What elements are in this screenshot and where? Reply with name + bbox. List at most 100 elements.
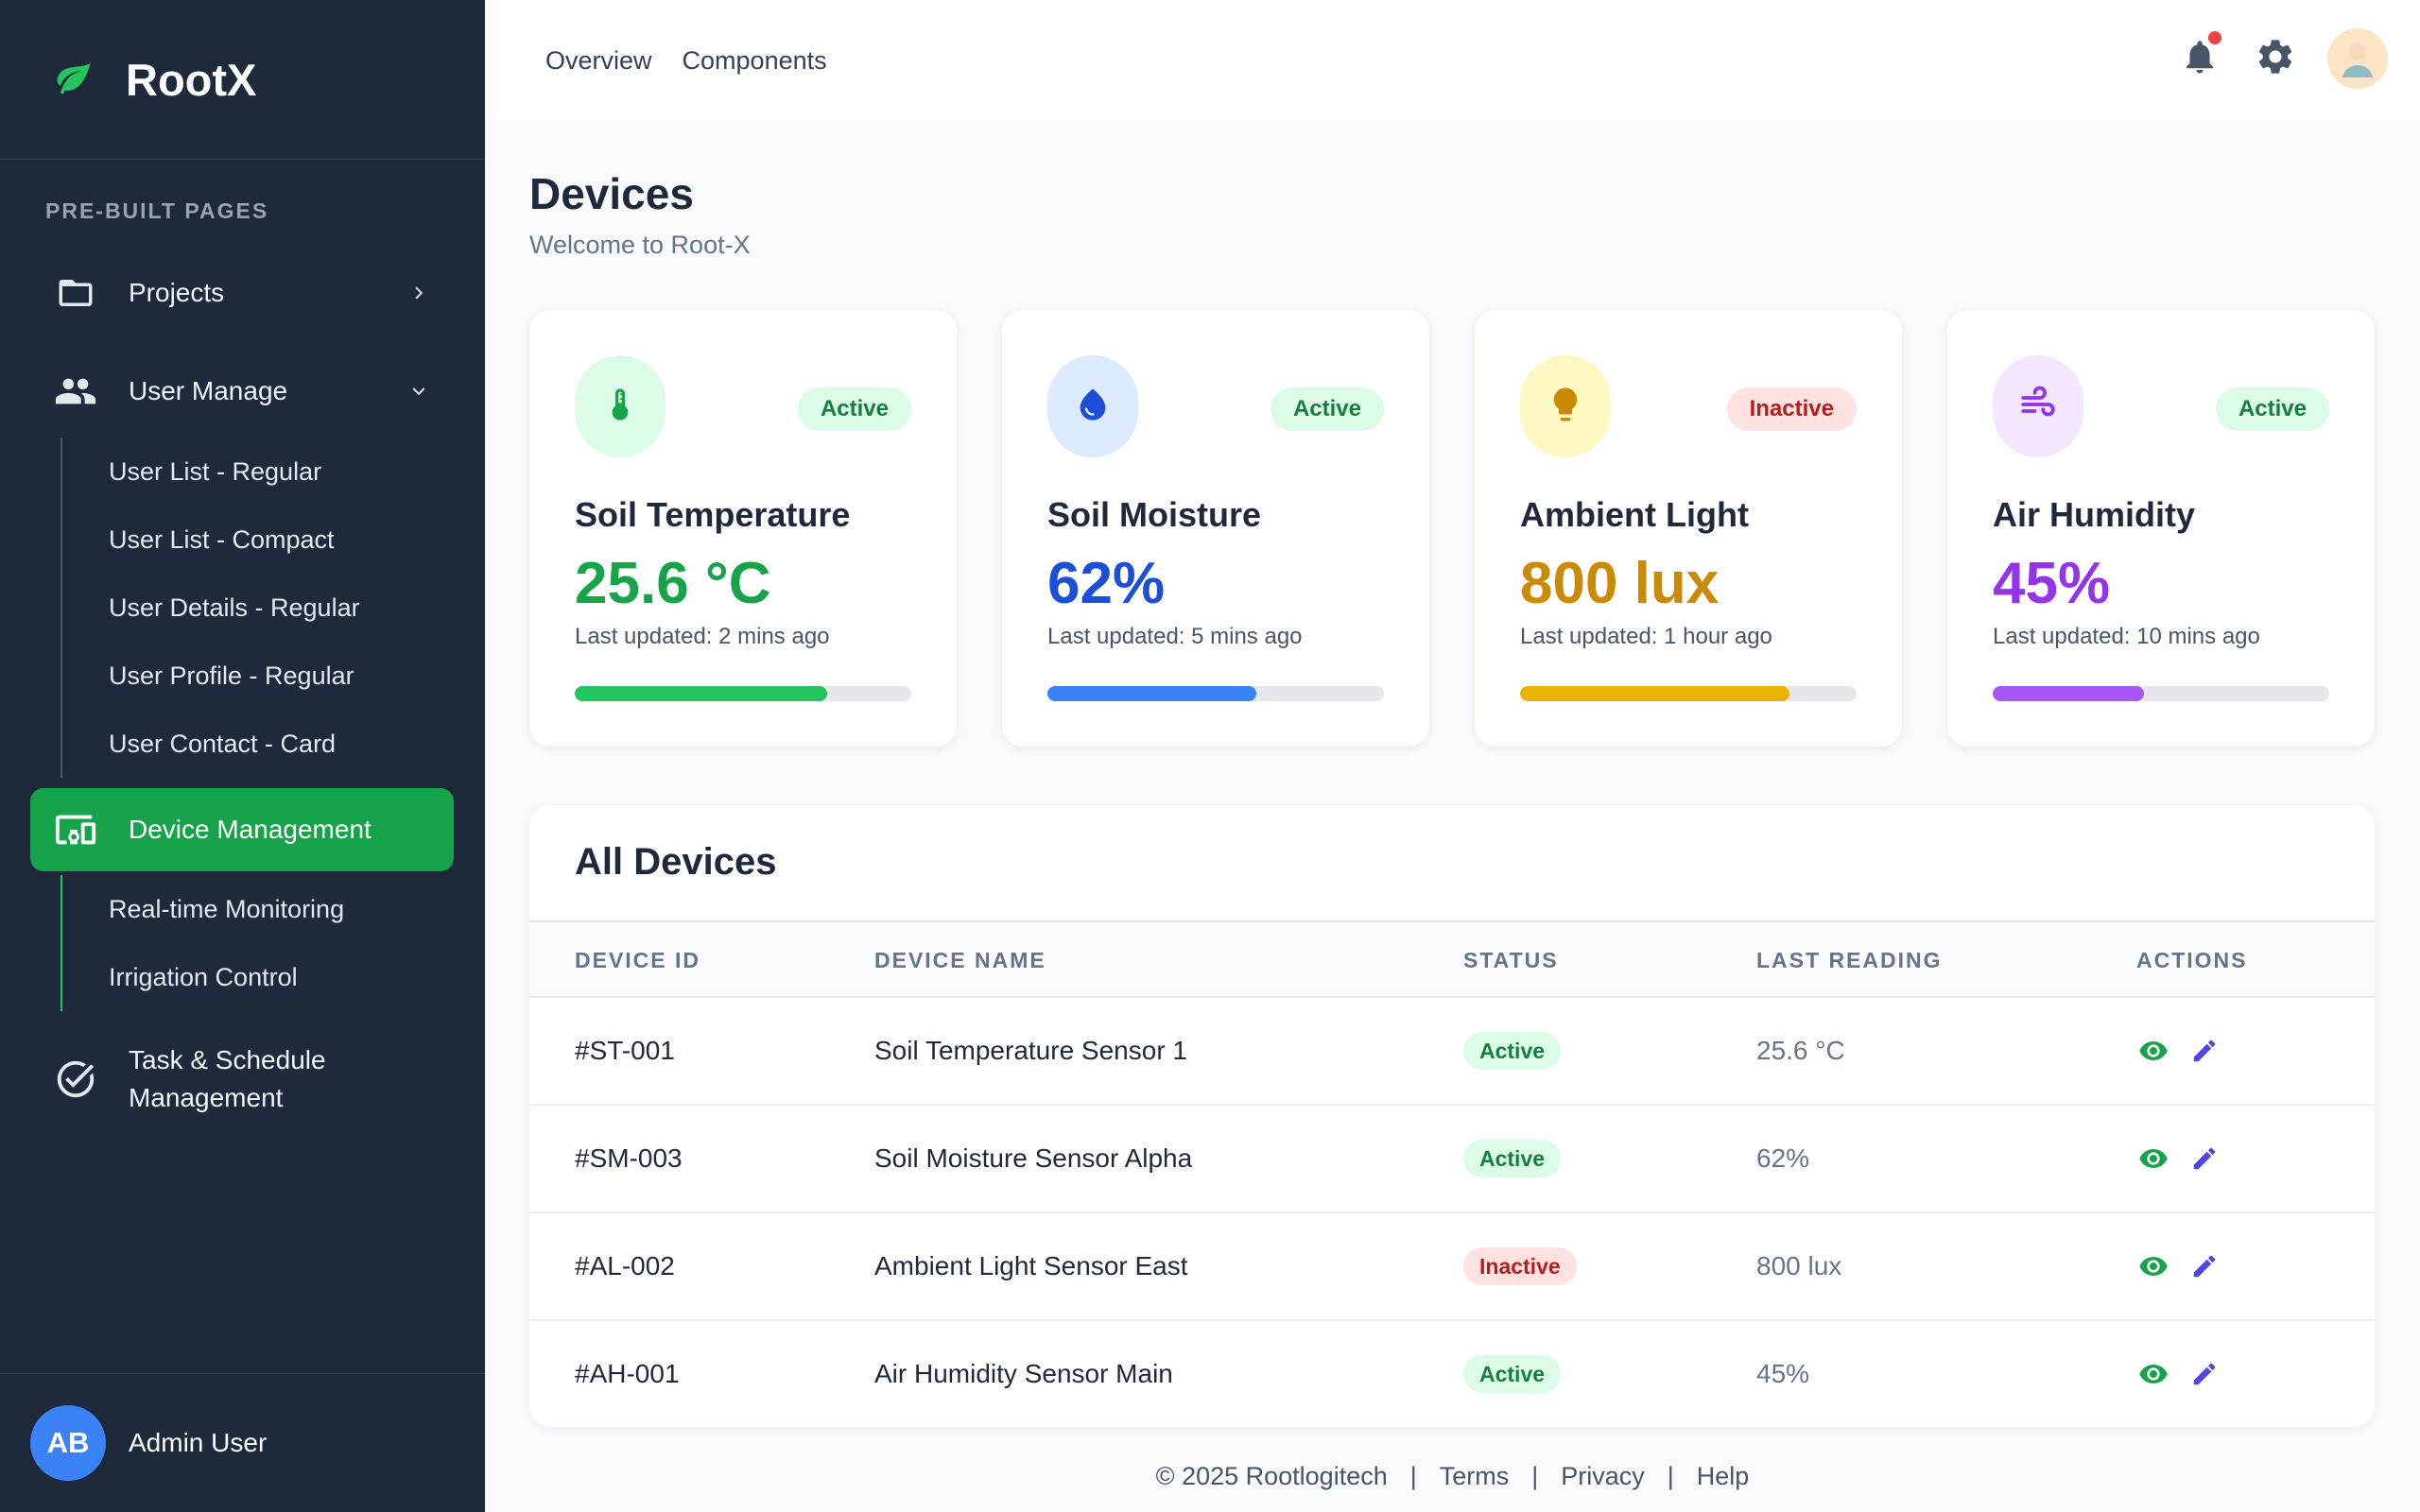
sidebar-item-label: User Manage bbox=[129, 376, 288, 405]
sidebar-subitem-user-details-regular[interactable]: User Details - Regular bbox=[62, 574, 360, 642]
sidebar-subitem-user-contact-card[interactable]: User Contact - Card bbox=[62, 710, 360, 778]
cell-last-reading: 800 lux bbox=[1756, 1251, 1842, 1280]
devices-table-card: All Devices DEVICE ID DEVICE NAME STATUS… bbox=[529, 805, 2375, 1427]
notifications-button[interactable] bbox=[2176, 31, 2223, 82]
user-avatar-icon bbox=[2335, 34, 2380, 84]
status-badge: Active bbox=[1463, 1032, 1562, 1070]
settings-button[interactable] bbox=[2252, 35, 2299, 82]
devices-icon bbox=[53, 807, 98, 852]
metric-card-air-humidity[interactable]: Active Air Humidity 45% Last updated: 10… bbox=[1947, 310, 2375, 747]
users-icon bbox=[53, 369, 98, 414]
user-avatar[interactable] bbox=[2327, 28, 2388, 89]
chevron-right-icon bbox=[406, 281, 431, 305]
sidebar-item-task-schedule[interactable]: Task & Schedule Management bbox=[30, 1040, 454, 1119]
edit-button[interactable] bbox=[2187, 1034, 2221, 1068]
cell-last-reading: 25.6 °C bbox=[1756, 1036, 1845, 1065]
card-value: 25.6 °C bbox=[575, 551, 771, 616]
footer-separator: | bbox=[1531, 1461, 1539, 1490]
metric-card-soil-temperature[interactable]: Active Soil Temperature 25.6 °C Last upd… bbox=[529, 310, 957, 747]
status-badge: Active bbox=[1463, 1140, 1562, 1177]
eye-icon bbox=[2139, 1149, 2168, 1168]
device-subnav: Real-time Monitoring Irrigation Control bbox=[60, 875, 344, 1011]
cell-device-id: #SM-003 bbox=[575, 1143, 683, 1173]
progress-track bbox=[1047, 686, 1384, 701]
page-subtitle: Welcome to Root-X bbox=[529, 231, 751, 259]
card-updated: Last updated: 5 mins ago bbox=[1047, 624, 1303, 649]
sidebar-subitem-irrigation-control[interactable]: Irrigation Control bbox=[62, 943, 344, 1011]
view-button[interactable] bbox=[2136, 1142, 2170, 1176]
cell-actions bbox=[2136, 1321, 2221, 1427]
user-subnav: User List - Regular User List - Compact … bbox=[60, 438, 360, 778]
card-icon-wrap bbox=[1520, 355, 1611, 457]
brand[interactable]: RootX bbox=[0, 0, 485, 160]
cell-actions bbox=[2136, 998, 2221, 1104]
cell-device-name: Soil Moisture Sensor Alpha bbox=[874, 1143, 1193, 1173]
table-title: All Devices bbox=[575, 841, 777, 883]
card-title: Soil Moisture bbox=[1047, 495, 1262, 534]
pencil-icon bbox=[2193, 1147, 2216, 1170]
table-row[interactable]: #AL-002 Ambient Light Sensor East Inacti… bbox=[529, 1213, 2375, 1321]
edit-button[interactable] bbox=[2187, 1249, 2221, 1283]
view-button[interactable] bbox=[2136, 1249, 2170, 1283]
admin-name: Admin User bbox=[129, 1428, 268, 1457]
footer-link-terms[interactable]: Terms bbox=[1440, 1462, 1510, 1491]
cell-status: Active bbox=[1463, 998, 1562, 1104]
lightbulb-icon bbox=[1546, 385, 1585, 429]
check-circle-icon bbox=[53, 1057, 98, 1102]
sidebar-user-footer[interactable]: AB Admin User bbox=[0, 1373, 485, 1512]
footer-link-privacy[interactable]: Privacy bbox=[1561, 1462, 1645, 1491]
section-label: PRE-BUILT PAGES bbox=[45, 198, 269, 223]
view-button[interactable] bbox=[2136, 1357, 2170, 1391]
card-value: 800 lux bbox=[1520, 551, 1720, 616]
metric-card-soil-moisture[interactable]: Active Soil Moisture 62% Last updated: 5… bbox=[1002, 310, 1429, 747]
view-button[interactable] bbox=[2136, 1034, 2170, 1068]
chevron-down-icon bbox=[406, 379, 431, 404]
progress-fill bbox=[575, 686, 827, 701]
pencil-icon bbox=[2193, 1040, 2216, 1062]
cell-actions bbox=[2136, 1106, 2221, 1211]
topbar: Overview Components bbox=[485, 0, 2420, 121]
table-row[interactable]: #SM-003 Soil Moisture Sensor Alpha Activ… bbox=[529, 1106, 2375, 1213]
wind-icon bbox=[2018, 385, 2058, 429]
cell-actions bbox=[2136, 1213, 2221, 1319]
card-icon-wrap bbox=[1047, 355, 1138, 457]
progress-track bbox=[1520, 686, 1857, 701]
copyright: © 2025 Rootlogitech bbox=[1155, 1461, 1388, 1490]
eye-icon bbox=[2139, 1365, 2168, 1383]
notification-dot bbox=[2208, 31, 2221, 44]
status-badge: Active bbox=[797, 387, 911, 431]
progress-fill bbox=[1047, 686, 1256, 701]
cell-device-id: #AH-001 bbox=[575, 1359, 680, 1388]
folder-icon bbox=[53, 270, 98, 316]
edit-button[interactable] bbox=[2187, 1357, 2221, 1391]
cell-status: Active bbox=[1463, 1321, 1562, 1427]
sidebar-item-user-manage[interactable]: User Manage bbox=[30, 358, 454, 424]
gear-icon bbox=[2255, 36, 2296, 82]
page-title: Devices bbox=[529, 169, 694, 218]
sidebar-item-label: Projects bbox=[129, 278, 225, 307]
brand-name: RootX bbox=[126, 54, 257, 105]
topnav-overview[interactable]: Overview bbox=[545, 46, 652, 76]
leaf-logo-icon bbox=[54, 58, 94, 102]
sidebar-subitem-realtime-monitoring[interactable]: Real-time Monitoring bbox=[62, 875, 344, 943]
metric-card-ambient-light[interactable]: Inactive Ambient Light 800 lux Last upda… bbox=[1475, 310, 1902, 747]
card-updated: Last updated: 2 mins ago bbox=[575, 624, 830, 649]
sidebar-subitem-user-profile-regular[interactable]: User Profile - Regular bbox=[62, 642, 360, 710]
table-row[interactable]: #AH-001 Air Humidity Sensor Main Active … bbox=[529, 1321, 2375, 1427]
card-icon-wrap bbox=[575, 355, 666, 457]
status-badge: Inactive bbox=[1463, 1247, 1577, 1285]
column-header-status: STATUS bbox=[1463, 947, 1559, 972]
table-row[interactable]: #ST-001 Soil Temperature Sensor 1 Active… bbox=[529, 998, 2375, 1106]
topnav-components[interactable]: Components bbox=[683, 46, 827, 76]
cell-last-reading: 45% bbox=[1756, 1359, 1810, 1388]
cell-device-name: Air Humidity Sensor Main bbox=[874, 1359, 1173, 1388]
sidebar-subitem-user-list-compact[interactable]: User List - Compact bbox=[62, 506, 360, 574]
edit-button[interactable] bbox=[2187, 1142, 2221, 1176]
footer-link-help[interactable]: Help bbox=[1697, 1462, 1750, 1491]
cell-status: Inactive bbox=[1463, 1213, 1577, 1319]
sidebar-item-projects[interactable]: Projects bbox=[30, 260, 454, 326]
sidebar-item-device-management[interactable]: Device Management bbox=[30, 788, 454, 871]
sidebar-subitem-user-list-regular[interactable]: User List - Regular bbox=[62, 438, 360, 506]
cell-status: Active bbox=[1463, 1106, 1562, 1211]
cell-device-id: #AL-002 bbox=[575, 1251, 675, 1280]
